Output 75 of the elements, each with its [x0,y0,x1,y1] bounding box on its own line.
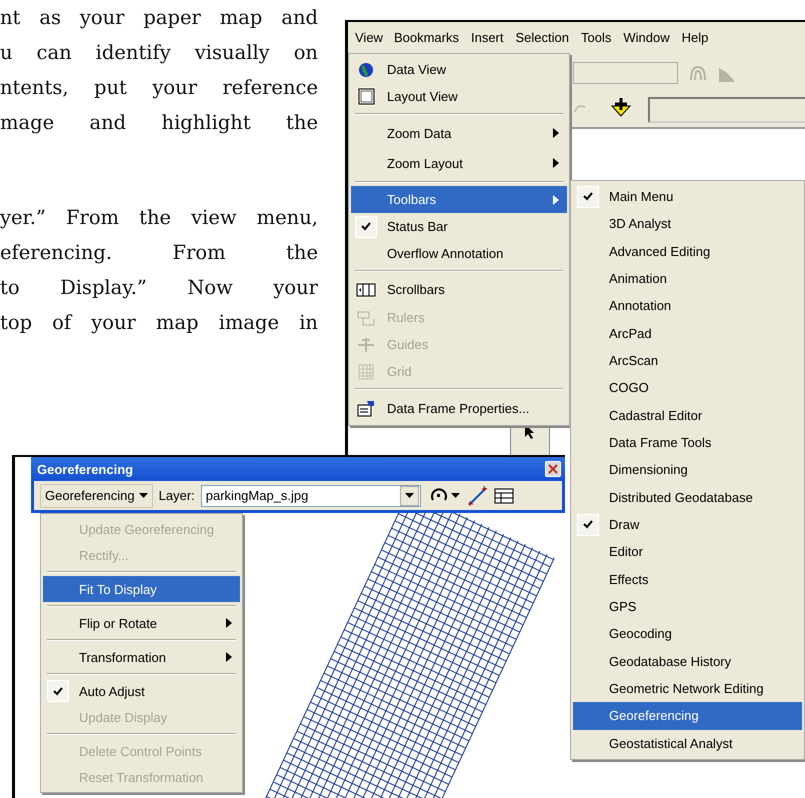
submenu-arrow-icon [226,652,232,662]
layer-dropdown[interactable]: parkingMap_s.jpg [200,484,421,506]
menu-item[interactable]: Zoom Layout [351,148,567,178]
menu-item[interactable]: Status Bar [351,213,567,240]
layer-label: Layer: [158,488,195,503]
menu-item[interactable]: Geodatabase History [573,648,802,675]
menu-title[interactable]: View [350,26,388,48]
chart-icon [718,66,736,82]
submenu-arrow-icon [553,128,559,138]
paragraph-line: nt as your paper map and [0,5,318,31]
add-data-icon[interactable] [610,96,632,118]
menu-item[interactable]: Data Frame Properties... [351,393,567,423]
menu-item[interactable]: Effects [573,566,802,593]
menu-title[interactable]: Insert [464,26,510,48]
menu-item[interactable]: Animation [573,264,802,292]
paragraph-line: mage and highlight the [0,110,318,136]
menu-item[interactable]: Geocoding [573,620,802,648]
menu-title[interactable]: Selection [510,26,575,48]
page-icon [358,88,374,105]
submenu-arrow-icon [553,158,559,168]
menu-item[interactable]: Fit To Display [43,576,240,602]
menu-button[interactable]: Georeferencing [40,484,153,508]
menu-item[interactable]: Transformation [43,644,240,670]
menu-item[interactable]: Zoom Data [351,118,567,148]
title-bar: Georeferencing [31,457,565,481]
menu-item[interactable]: Advanced Editing [573,238,802,265]
menu-item[interactable]: Overflow Annotation [351,240,567,267]
menu-item[interactable]: 3D Analyst [573,210,802,238]
menu-item[interactable]: Annotation [573,292,802,320]
paragraph-line: eferencing. From the [0,240,318,266]
scrollbars-icon [356,282,376,296]
rulers-icon [357,310,375,326]
menu-item[interactable]: Data View [351,56,567,83]
paragraph-line: u can identify visually on [0,40,318,66]
add-control-points-icon[interactable] [468,486,488,506]
menu-title[interactable]: Help [676,26,714,48]
dropdown-arrow-icon [138,493,148,498]
close-button[interactable] [545,461,561,477]
menu-title[interactable]: Tools [574,26,618,48]
menu-item[interactable]: Main Menu [573,183,802,210]
menu-item[interactable]: Geostatistical Analyst [573,730,802,757]
menu-item[interactable]: Flip or Rotate [43,610,240,636]
menu-item[interactable]: Distributed Geodatabase [573,484,802,511]
guides-icon [357,336,375,352]
menu-title[interactable]: Bookmarks [388,26,465,48]
paragraph-line: ntents, put your reference [0,75,318,101]
menu-item[interactable]: ArcScan [573,346,802,374]
caret-icon [450,493,460,498]
menu-item[interactable]: Scrollbars [351,275,567,304]
dropdown-arrow-icon [404,493,414,498]
menu-item[interactable]: Layout View [351,83,567,110]
globe-icon [358,62,374,78]
paragraph-line: yer.” From the view menu, [0,205,318,231]
menu-item[interactable]: Auto Adjust [43,678,240,704]
menu-item[interactable]: Georeferencing [573,702,802,730]
fingerprint-icon [688,64,708,82]
menu-item[interactable]: ArcPad [573,320,802,347]
paragraph-line: top of your map image in [0,310,318,336]
menu-item[interactable]: COGO [573,374,802,402]
grid-icon [358,364,374,380]
submenu-arrow-icon [553,194,559,204]
menu-item[interactable]: Editor [573,538,802,566]
menu-item[interactable]: Toolbars [351,186,567,213]
paragraph-line: to Display.” Now your [0,275,318,301]
menu-item[interactable]: Dimensioning [573,456,802,484]
menu-item[interactable]: GPS [573,592,802,620]
properties-icon [356,400,376,416]
menu-item[interactable]: Geometric Network Editing [573,674,802,702]
input-field[interactable] [648,97,805,123]
submenu-arrow-icon [226,618,232,628]
menu-item[interactable]: Data Frame Tools [573,428,802,456]
menu-item[interactable]: Cadastral Editor [573,402,802,429]
menu-item[interactable]: Draw [573,510,802,538]
table-icon[interactable] [494,488,514,504]
menu-title[interactable]: Window [617,26,676,48]
